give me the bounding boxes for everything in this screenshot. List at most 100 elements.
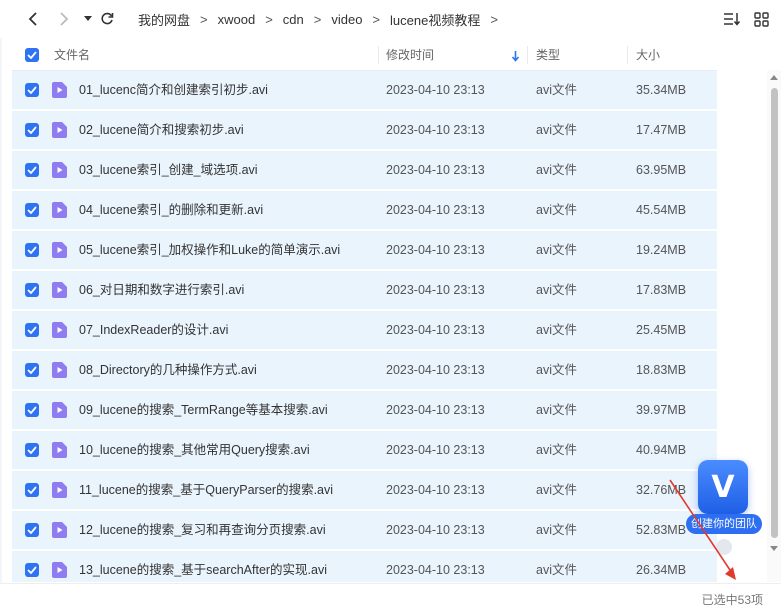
file-modified: 2023-04-10 23:13 <box>386 203 485 217</box>
column-size-header[interactable]: 大小 <box>636 40 660 70</box>
scrollbar[interactable] <box>767 70 781 582</box>
file-modified: 2023-04-10 23:13 <box>386 563 485 577</box>
file-row[interactable]: 08_Directory的几种操作方式.avi 2023-04-10 23:13 a… <box>12 351 717 389</box>
column-type-header[interactable]: 类型 <box>536 40 560 70</box>
back-icon[interactable] <box>23 9 43 29</box>
file-name[interactable]: 04_lucene索引_的删除和更新.avi <box>79 191 263 229</box>
file-name[interactable]: 12_lucene的搜索_复习和再查询分页搜索.avi <box>79 511 326 549</box>
select-all-checkbox[interactable] <box>25 48 39 62</box>
column-divider[interactable] <box>378 46 379 64</box>
row-checkbox[interactable] <box>25 443 39 457</box>
file-modified: 2023-04-10 23:13 <box>386 443 485 457</box>
scroll-up-icon[interactable] <box>770 74 778 80</box>
video-file-icon <box>52 322 67 338</box>
file-modified: 2023-04-10 23:13 <box>386 243 485 257</box>
row-checkbox[interactable] <box>25 243 39 257</box>
breadcrumb-item[interactable]: lucene视频教程 <box>390 10 480 29</box>
video-file-icon <box>52 242 67 258</box>
breadcrumb-separator: > <box>490 12 498 27</box>
file-row[interactable]: 01_lucenc简介和创建索引初步.avi 2023-04-10 23:13 av… <box>12 71 717 109</box>
sort-desc-icon[interactable] <box>511 49 520 67</box>
row-checkbox[interactable] <box>25 523 39 537</box>
file-name[interactable]: 10_lucene的搜索_其他常用Query搜索.avi <box>79 431 310 469</box>
row-checkbox[interactable] <box>25 323 39 337</box>
grid-view-icon[interactable] <box>751 10 771 28</box>
file-row[interactable]: 11_lucene的搜索_基于QueryParser的搜索.avi 2023-04… <box>12 471 717 509</box>
row-checkbox[interactable] <box>25 403 39 417</box>
file-row[interactable]: 03_lucene索引_创建_域选项.avi 2023-04-10 23:13 av… <box>12 151 717 189</box>
column-name-header[interactable]: 文件名 <box>54 40 90 70</box>
forward-icon[interactable] <box>54 9 74 29</box>
file-modified: 2023-04-10 23:13 <box>386 83 485 97</box>
file-modified: 2023-04-10 23:13 <box>386 363 485 377</box>
scrollbar-thumb[interactable] <box>771 88 778 538</box>
file-type: avi文件 <box>536 123 577 137</box>
file-modified: 2023-04-10 23:13 <box>386 123 485 137</box>
column-modified-header[interactable]: 修改时间 <box>386 40 434 70</box>
file-type: avi文件 <box>536 83 577 97</box>
row-checkbox[interactable] <box>25 123 39 137</box>
file-size: 63.95MB <box>636 163 687 177</box>
file-name[interactable]: 05_lucene索引_加权操作和Luke的简单演示.avi <box>79 231 340 269</box>
file-size: 45.54MB <box>636 203 687 217</box>
file-modified: 2023-04-10 23:13 <box>386 483 485 497</box>
file-size: 17.83MB <box>636 283 687 297</box>
file-row[interactable]: 12_lucene的搜索_复习和再查询分页搜索.avi 2023-04-10 23… <box>12 511 717 549</box>
scroll-down-icon[interactable] <box>770 546 778 552</box>
breadcrumb: 我的网盘 > xwood > cdn > video > lucene视频教程 > <box>138 10 508 29</box>
file-row[interactable]: 13_lucene的搜索_基于searchAfter的实现.avi 2023-04… <box>12 551 717 582</box>
file-modified: 2023-04-10 23:13 <box>386 403 485 417</box>
column-divider[interactable] <box>527 46 528 64</box>
status-bar: 已选中53项 <box>0 583 781 611</box>
toolbar: 我的网盘 > xwood > cdn > video > lucene视频教程 > <box>0 0 781 38</box>
file-row[interactable]: 09_lucene的搜索_TermRange等基本搜索.avi 2023-04-1… <box>12 391 717 429</box>
file-name[interactable]: 06_对日期和数字进行索引.avi <box>79 271 244 309</box>
file-name[interactable]: 03_lucene索引_创建_域选项.avi <box>79 151 258 189</box>
file-name[interactable]: 02_lucene简介和搜索初步.avi <box>79 111 244 149</box>
history-dropdown-icon[interactable] <box>78 9 98 29</box>
file-modified: 2023-04-10 23:13 <box>386 323 485 337</box>
row-checkbox[interactable] <box>25 363 39 377</box>
file-modified: 2023-04-10 23:13 <box>386 163 485 177</box>
file-size: 19.24MB <box>636 243 687 257</box>
video-file-icon <box>52 122 67 138</box>
breadcrumb-item[interactable]: 我的网盘 <box>138 10 190 29</box>
breadcrumb-item[interactable]: cdn <box>283 12 304 27</box>
row-checkbox[interactable] <box>25 483 39 497</box>
file-type: avi文件 <box>536 323 577 337</box>
video-file-icon <box>52 362 67 378</box>
column-divider[interactable] <box>627 46 628 64</box>
file-name[interactable]: 13_lucene的搜索_基于searchAfter的实现.avi <box>79 551 327 582</box>
file-type: avi文件 <box>536 563 577 577</box>
video-file-icon <box>52 282 67 298</box>
breadcrumb-separator: > <box>200 12 208 27</box>
file-name[interactable]: 07_IndexReader的设计.avi <box>79 311 228 349</box>
sort-icon[interactable] <box>722 10 742 28</box>
file-row[interactable]: 07_IndexReader的设计.avi 2023-04-10 23:13 avi… <box>12 311 717 349</box>
selection-count: 已选中53项 <box>701 593 763 607</box>
breadcrumb-item[interactable]: xwood <box>218 12 256 27</box>
video-file-icon <box>52 482 67 498</box>
row-checkbox[interactable] <box>25 163 39 177</box>
row-checkbox[interactable] <box>25 203 39 217</box>
file-row[interactable]: 10_lucene的搜索_其他常用Query搜索.avi 2023-04-10 2… <box>12 431 717 469</box>
file-row[interactable]: 02_lucene简介和搜索初步.avi 2023-04-10 23:13 avi文… <box>12 111 717 149</box>
breadcrumb-item[interactable]: video <box>331 12 362 27</box>
refresh-icon[interactable] <box>97 9 117 29</box>
file-type: avi文件 <box>536 203 577 217</box>
row-checkbox[interactable] <box>25 83 39 97</box>
row-checkbox[interactable] <box>25 283 39 297</box>
file-row[interactable]: 06_对日期和数字进行索引.avi 2023-04-10 23:13 avi文件 17… <box>12 271 717 309</box>
file-row[interactable]: 05_lucene索引_加权操作和Luke的简单演示.avi 2023-04-10… <box>12 231 717 269</box>
row-checkbox[interactable] <box>25 563 39 577</box>
file-name[interactable]: 08_Directory的几种操作方式.avi <box>79 351 257 389</box>
file-row[interactable]: 04_lucene索引_的删除和更新.avi 2023-04-10 23:13 av… <box>12 191 717 229</box>
file-name[interactable]: 11_lucene的搜索_基于QueryParser的搜索.avi <box>79 471 333 509</box>
breadcrumb-separator: > <box>313 12 322 27</box>
file-name[interactable]: 09_lucene的搜索_TermRange等基本搜索.avi <box>79 391 328 429</box>
file-name[interactable]: 01_lucenc简介和创建索引初步.avi <box>79 71 268 109</box>
video-file-icon <box>52 562 67 578</box>
breadcrumb-separator: > <box>372 12 381 27</box>
file-size: 39.97MB <box>636 403 687 417</box>
file-type: avi文件 <box>536 523 577 537</box>
